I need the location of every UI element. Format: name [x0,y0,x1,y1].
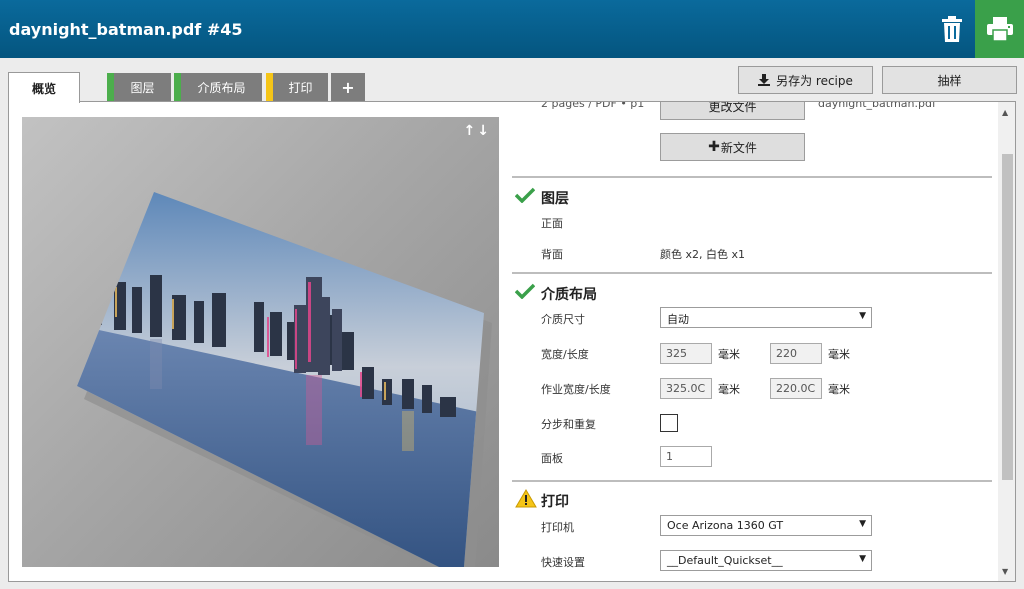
chevron-down-icon: ▼ [859,554,866,564]
media-size-select[interactable]: 自动 ▼ [660,307,872,328]
printer-icon [986,17,1013,41]
printer-label: 打印机 [541,521,574,534]
job-length-field[interactable]: 220.0C [770,378,822,399]
media-size-label: 介质尺寸 [541,313,585,326]
change-file-button[interactable]: 更改文件 [660,102,805,120]
trash-icon [942,16,962,42]
add-tab-button[interactable]: + [331,73,365,101]
layers-section-title: 图层 [541,191,569,207]
file-name: daynight_batman.pdf [818,101,936,110]
sample-button[interactable]: 抽样 [882,66,1017,94]
overview-panel: ↑↓ 2 pages / PDF • p1 更改文件 daynight_batm… [8,101,1016,582]
file-info: 2 pages / PDF • p1 [541,101,645,110]
reorder-arrows[interactable]: ↑↓ [464,123,491,139]
printer-value: Oce Arizona 1360 GT [667,519,784,532]
plus-icon: ✚ [708,139,720,155]
tab-layers[interactable]: 图层 [107,73,171,101]
tab-media-layout[interactable]: 介质布局 [174,73,262,101]
check-icon [515,187,535,203]
printer-select[interactable]: Oce Arizona 1360 GT ▼ [660,515,872,536]
scroll-down-icon[interactable]: ▼ [1002,567,1008,576]
preview-image [77,192,492,567]
step-repeat-label: 分步和重复 [541,418,596,431]
job-width-unit: 毫米 [718,383,740,396]
print-section-title: 打印 [541,494,569,510]
front-label: 正面 [541,217,563,230]
panels-field[interactable]: 1 [660,446,712,467]
width-field[interactable]: 325 [660,343,712,364]
quickset-label: 快速设置 [541,556,585,569]
job-width-field[interactable]: 325.0C [660,378,712,399]
download-icon [758,74,771,86]
chevron-down-icon: ▼ [859,311,866,321]
quickset-select[interactable]: __Default_Quickset__ ▼ [660,550,872,571]
delete-button[interactable] [931,12,973,46]
media-section-title: 介质布局 [541,287,597,303]
width-length-label: 宽度/长度 [541,348,589,361]
media-size-value: 自动 [667,313,689,326]
tab-print[interactable]: 打印 [266,73,328,101]
job-title: daynight_batman.pdf #45 [9,20,243,39]
quickset-value: __Default_Quickset__ [667,554,783,567]
save-recipe-label: 另存为 recipe [776,73,853,88]
width-unit: 毫米 [718,348,740,361]
job-width-length-label: 作业宽度/长度 [541,383,611,396]
tab-overview[interactable]: 概览 [8,72,80,103]
vertical-scrollbar[interactable]: ▲ ▼ [998,102,1015,581]
divider [512,480,992,482]
new-file-label: 新文件 [720,140,757,155]
settings-panel: 2 pages / PDF • p1 更改文件 daynight_batman.… [512,101,992,581]
scroll-thumb[interactable] [1002,154,1013,480]
new-file-button[interactable]: ✚ 新文件 [660,133,805,161]
check-icon [515,283,535,299]
chevron-down-icon: ▼ [859,519,866,529]
print-button[interactable] [975,0,1024,58]
divider [512,272,992,274]
save-recipe-button[interactable]: 另存为 recipe [738,66,873,94]
warning-icon [515,489,537,508]
length-field[interactable]: 220 [770,343,822,364]
back-value: 颜色 x2, 白色 x1 [660,248,746,261]
back-label: 背面 [541,248,563,261]
scroll-up-icon[interactable]: ▲ [1002,108,1008,117]
step-repeat-checkbox[interactable] [660,414,678,432]
divider [512,176,992,178]
app-header: daynight_batman.pdf #45 [0,0,1024,58]
preview-area: ↑↓ [22,117,499,567]
length-unit: 毫米 [828,348,850,361]
job-length-unit: 毫米 [828,383,850,396]
panels-label: 面板 [541,452,563,465]
